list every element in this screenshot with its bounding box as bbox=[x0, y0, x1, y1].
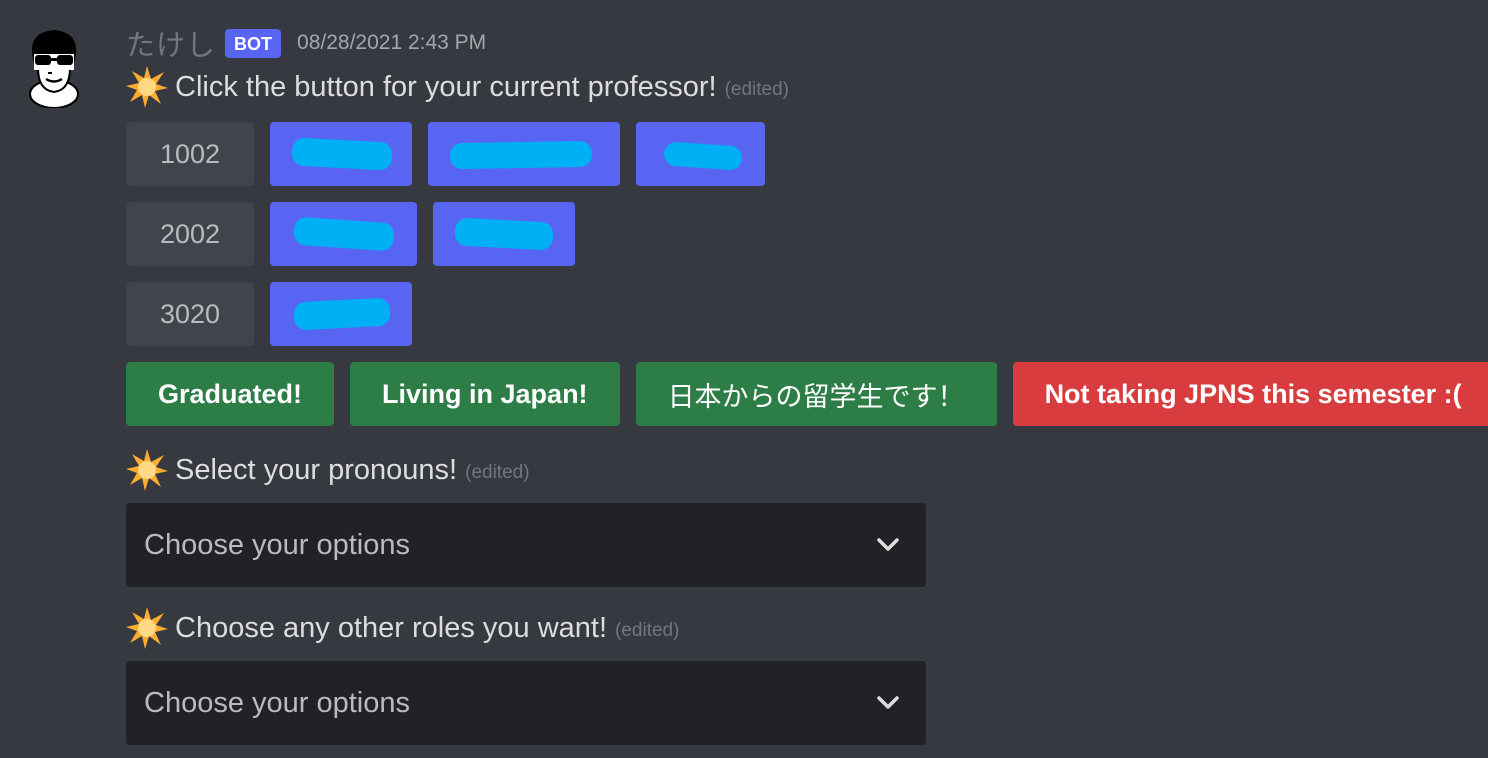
redaction-mark bbox=[293, 216, 395, 252]
glowing-star-icon bbox=[126, 449, 168, 491]
course-row-1002: 1002 bbox=[126, 122, 1466, 186]
living-in-japan-button[interactable]: Living in Japan! bbox=[350, 362, 620, 426]
pronouns-prompt: Select your pronouns! (edited) bbox=[126, 445, 1466, 495]
redaction-mark bbox=[663, 141, 743, 171]
professor-button[interactable] bbox=[270, 122, 412, 186]
edited-label: (edited) bbox=[615, 620, 680, 641]
professor-button[interactable] bbox=[428, 122, 620, 186]
message-content: たけし BOT 08/28/2021 2:43 PM Click the but… bbox=[126, 24, 1488, 745]
professor-button[interactable] bbox=[270, 282, 412, 346]
course-row-3020: 3020 bbox=[126, 282, 1466, 346]
course-label-3020: 3020 bbox=[126, 282, 254, 346]
graduated-button[interactable]: Graduated! bbox=[126, 362, 335, 426]
select-placeholder: Choose your options bbox=[144, 686, 410, 719]
professor-button[interactable] bbox=[270, 202, 417, 266]
not-taking-jpns-button[interactable]: Not taking JPNS this semester :( bbox=[1012, 362, 1488, 426]
other-roles-prompt-text: Choose any other roles you want! bbox=[175, 611, 608, 644]
select-placeholder: Choose your options bbox=[144, 528, 410, 561]
course-label-2002: 2002 bbox=[126, 202, 254, 266]
message-timestamp[interactable]: 08/28/2021 2:43 PM bbox=[297, 31, 486, 55]
pronouns-select[interactable]: Choose your options bbox=[126, 503, 926, 587]
status-buttons-row: Graduated! Living in Japan! 日本からの留学生です！ … bbox=[126, 362, 1488, 426]
glowing-star-icon bbox=[126, 66, 168, 108]
bot-badge: BOT bbox=[225, 28, 282, 58]
discord-message: たけし BOT 08/28/2021 2:43 PM Click the but… bbox=[0, 0, 1488, 758]
edited-label: (edited) bbox=[724, 79, 789, 100]
other-roles-select[interactable]: Choose your options bbox=[126, 661, 926, 745]
glowing-star-icon bbox=[126, 607, 168, 649]
edited-label: (edited) bbox=[465, 462, 530, 483]
author-username[interactable]: たけし bbox=[126, 22, 216, 64]
redaction-mark bbox=[449, 140, 593, 170]
professor-prompt: Click the button for your current profes… bbox=[126, 62, 1466, 112]
pronouns-prompt-text: Select your pronouns! bbox=[175, 453, 458, 486]
professor-prompt-text: Click the button for your current profes… bbox=[175, 70, 717, 103]
redaction-mark bbox=[291, 137, 393, 171]
redaction-mark bbox=[454, 217, 554, 251]
other-roles-prompt: Choose any other roles you want! (edited… bbox=[126, 603, 1466, 653]
professor-button[interactable] bbox=[636, 122, 765, 186]
professor-button[interactable] bbox=[433, 202, 575, 266]
redaction-mark bbox=[293, 297, 391, 331]
course-row-2002: 2002 bbox=[126, 202, 1466, 266]
message-header: たけし BOT 08/28/2021 2:43 PM bbox=[126, 24, 1466, 62]
chevron-down-icon bbox=[877, 696, 899, 709]
exchange-student-button[interactable]: 日本からの留学生です！ bbox=[635, 362, 997, 426]
course-label-1002: 1002 bbox=[126, 122, 254, 186]
bot-avatar[interactable] bbox=[24, 24, 84, 108]
chevron-down-icon bbox=[877, 538, 899, 551]
